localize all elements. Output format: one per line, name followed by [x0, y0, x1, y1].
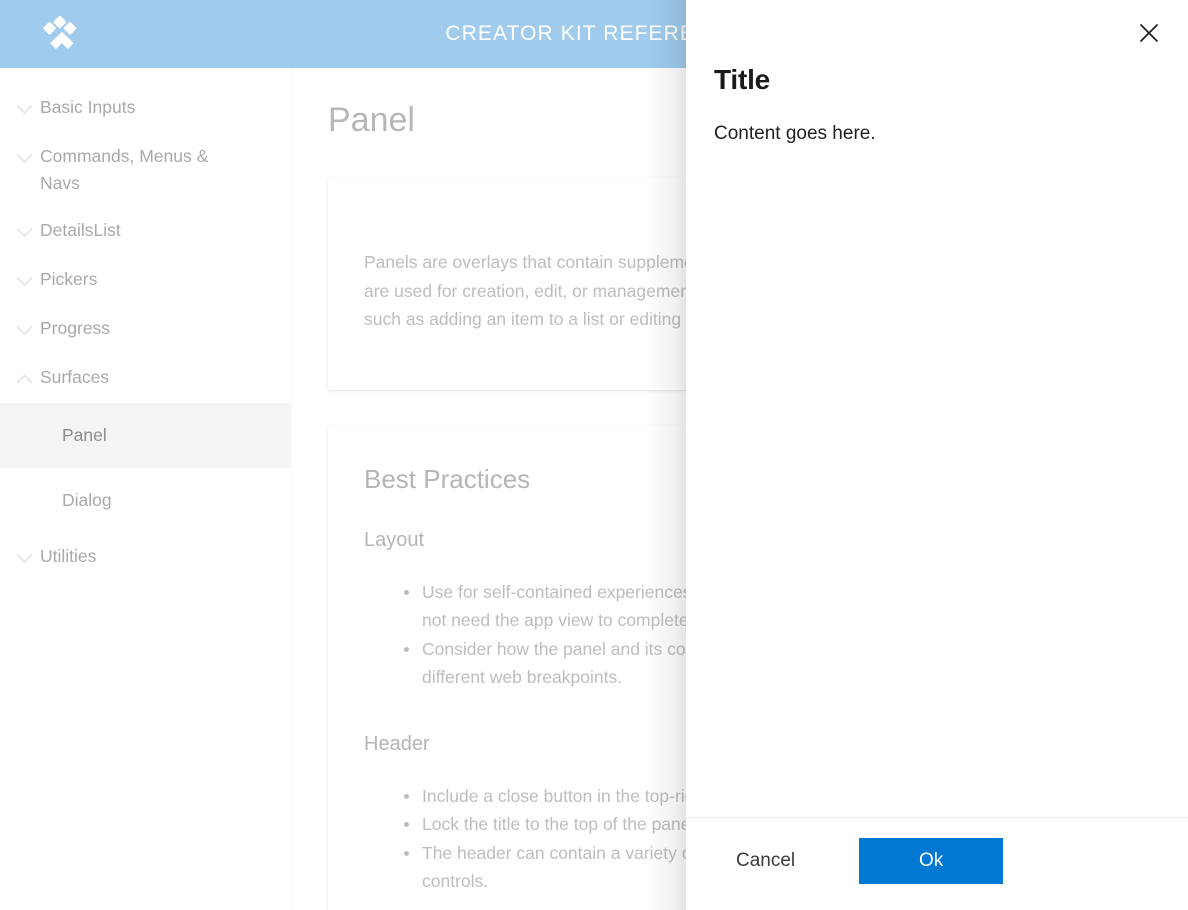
sidebar-item-label: Panel [62, 425, 107, 445]
sidebar-item-progress[interactable]: Progress [0, 305, 291, 354]
sidebar-item-label: Commands, Menus & Navs [40, 146, 209, 193]
cancel-button[interactable]: Cancel [714, 838, 817, 884]
sidebar-item-surfaces[interactable]: Surfaces [0, 354, 291, 403]
sidebar-item-label: DetailsList [40, 220, 121, 240]
close-icon[interactable] [1127, 11, 1171, 55]
sidebar-item-label: Pickers [40, 269, 98, 289]
panel-header [686, 0, 1188, 62]
app-root: CREATOR KIT REFERENCE Basic Inputs Comma… [0, 0, 1188, 910]
sidebar-item-label: Progress [40, 318, 111, 338]
chevron-down-icon [8, 218, 40, 246]
sidebar-item-utilities[interactable]: Utilities [0, 533, 291, 582]
panel-content-text: Content goes here. [714, 123, 876, 144]
sidebar-item-label: Dialog [62, 490, 112, 510]
sidebar-item-pickers[interactable]: Pickers [0, 256, 291, 305]
sidebar-nav: Basic Inputs Commands, Menus & Navs Deta… [0, 68, 292, 910]
ok-button[interactable]: Ok [859, 838, 1004, 884]
sidebar-item-commands-menus-navs[interactable]: Commands, Menus & Navs [0, 133, 291, 207]
chevron-down-icon [8, 95, 40, 123]
chevron-down-icon [8, 144, 40, 172]
sidebar-item-panel[interactable]: Panel [0, 403, 291, 468]
sidebar-item-dialog[interactable]: Dialog [0, 468, 291, 533]
sidebar-item-basic-inputs[interactable]: Basic Inputs [0, 84, 291, 133]
sidebar-item-detailslist[interactable]: DetailsList [0, 207, 291, 256]
panel-footer: Cancel Ok [686, 817, 1188, 910]
chevron-up-icon [8, 365, 40, 393]
panel-body: Title Content goes here. [686, 62, 1188, 817]
overlay-panel: Title Content goes here. Cancel Ok [686, 0, 1188, 910]
sidebar-item-label: Basic Inputs [40, 97, 136, 117]
chevron-down-icon [8, 267, 40, 295]
sidebar-item-label: Surfaces [40, 367, 110, 387]
chevron-down-icon [8, 316, 40, 344]
sidebar-item-label: Utilities [40, 546, 97, 566]
chevron-down-icon [8, 544, 40, 572]
panel-title: Title [714, 64, 771, 95]
